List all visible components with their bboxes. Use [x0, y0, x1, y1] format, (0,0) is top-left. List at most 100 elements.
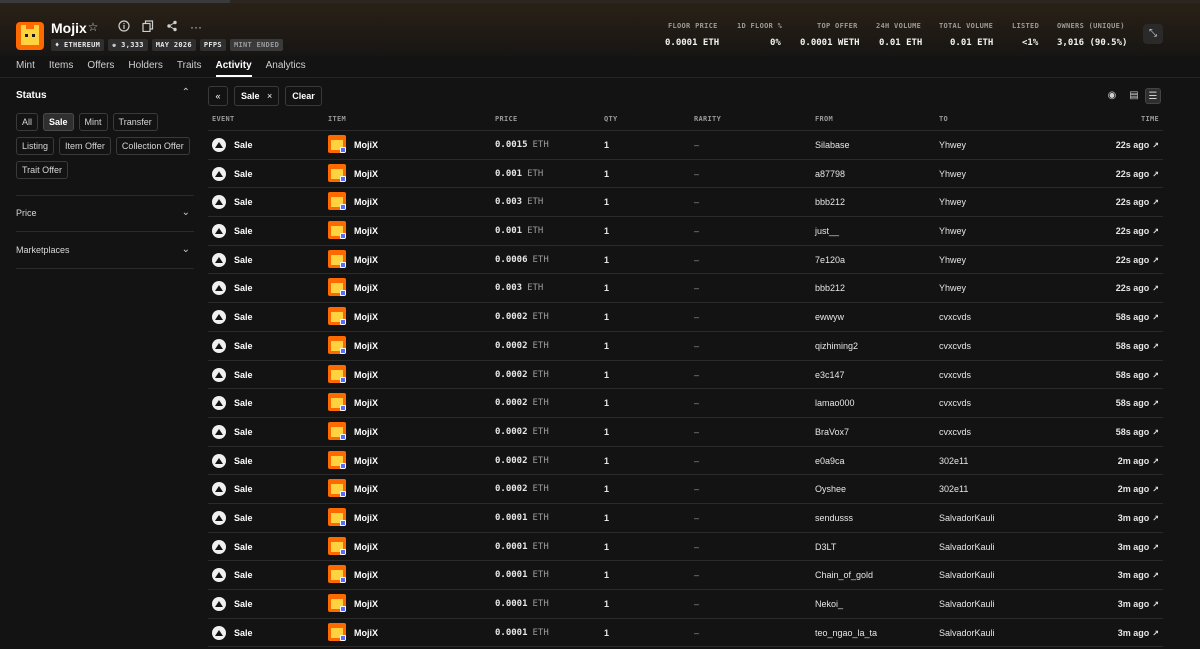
item-name[interactable]: MojiX	[354, 513, 378, 523]
close-icon[interactable]: ×	[267, 91, 272, 101]
item-thumbnail[interactable]	[328, 307, 346, 326]
item-name[interactable]: MojiX	[354, 283, 378, 293]
external-link-icon[interactable]: ↗	[1152, 198, 1159, 207]
from-address[interactable]: ewwyw	[815, 312, 844, 322]
table-row[interactable]: Sale MojiX 0.0002 ETH 1 – ewwyw cvxcvds 5…	[208, 303, 1163, 332]
external-link-icon[interactable]: ↗	[1152, 485, 1159, 494]
to-address[interactable]: Yhwey	[939, 197, 966, 207]
to-address[interactable]: cvxcvds	[939, 312, 971, 322]
from-address[interactable]: bbb212	[815, 197, 845, 207]
time-link[interactable]: 3m ago ↗	[1118, 599, 1159, 609]
time-link[interactable]: 2m ago ↗	[1118, 484, 1159, 494]
price-section-header[interactable]: Price ⌄	[16, 203, 194, 223]
item-thumbnail[interactable]	[328, 594, 346, 612]
table-row[interactable]: Sale MojiX 0.0006 ETH 1 – 7e120a Yhwey 22…	[208, 246, 1163, 275]
table-row[interactable]: Sale MojiX 0.003 ETH 1 – bbb212 Yhwey 22s…	[208, 274, 1163, 304]
external-link-icon[interactable]: ↗	[1152, 399, 1159, 408]
item-thumbnail[interactable]	[328, 249, 346, 268]
from-address[interactable]: just__	[815, 226, 839, 236]
to-address[interactable]: Yhwey	[939, 140, 966, 150]
external-link-icon[interactable]: ↗	[1152, 514, 1159, 523]
filter-sale[interactable]: Sale	[43, 113, 74, 131]
from-address[interactable]: qizhiming2	[815, 341, 858, 351]
table-row[interactable]: Sale MojiX 0.0001 ETH 1 – Nekoi_ Salvador…	[208, 590, 1163, 619]
header-rarity[interactable]: RARITY	[694, 115, 721, 123]
from-address[interactable]: Chain_of_gold	[815, 570, 873, 580]
filter-item-offer[interactable]: Item Offer	[59, 137, 111, 155]
filter-trait-offer[interactable]: Trait Offer	[16, 161, 69, 179]
filter-mint[interactable]: Mint	[78, 113, 108, 131]
external-link-icon[interactable]: ↗	[1152, 629, 1159, 638]
item-name[interactable]: MojiX	[354, 255, 378, 265]
table-row[interactable]: Sale MojiX 0.001 ETH 1 – just__ Yhwey 22s…	[208, 217, 1163, 246]
to-address[interactable]: cvxcvds	[939, 398, 971, 408]
item-thumbnail[interactable]	[328, 135, 346, 153]
to-address[interactable]: Yhwey	[939, 169, 966, 179]
table-row[interactable]: Sale MojiX 0.0001 ETH 1 – teo_ngao_la_ta …	[208, 619, 1163, 648]
external-link-icon[interactable]: ↗	[1152, 457, 1159, 466]
active-filter-chip[interactable]: Sale ×	[234, 86, 280, 106]
item-thumbnail[interactable]	[328, 479, 346, 498]
from-address[interactable]: Silabase	[815, 140, 850, 150]
external-link-icon[interactable]: ↗	[1152, 371, 1159, 380]
list-view-icon[interactable]: ☰	[1145, 88, 1161, 104]
chevron-down-icon[interactable]: ⌄	[182, 203, 190, 223]
item-thumbnail[interactable]	[328, 507, 346, 526]
header-time[interactable]: TIME	[1141, 115, 1159, 123]
time-link[interactable]: 58s ago ↗	[1116, 370, 1159, 380]
external-link-icon[interactable]: ↗	[1152, 543, 1159, 552]
from-address[interactable]: BraVox7	[815, 427, 849, 437]
time-link[interactable]: 58s ago ↗	[1116, 398, 1159, 408]
item-name[interactable]: MojiX	[354, 169, 378, 179]
table-row[interactable]: Sale MojiX 0.0015 ETH 1 – Silabase Yhwey …	[208, 131, 1163, 160]
from-address[interactable]: sendusss	[815, 513, 853, 523]
item-name[interactable]: MojiX	[354, 140, 378, 150]
from-address[interactable]: bbb212	[815, 283, 845, 293]
to-address[interactable]: 302e11	[939, 456, 968, 466]
item-thumbnail[interactable]	[328, 364, 346, 383]
item-thumbnail[interactable]	[328, 622, 346, 641]
time-link[interactable]: 3m ago ↗	[1118, 570, 1159, 580]
from-address[interactable]: 7e120a	[815, 255, 845, 265]
time-link[interactable]: 22s ago ↗	[1116, 140, 1159, 150]
filter-transfer[interactable]: Transfer	[112, 113, 158, 131]
chevron-up-icon[interactable]: ⌃	[182, 87, 190, 98]
item-thumbnail[interactable]	[328, 450, 346, 469]
chevron-down-icon[interactable]: ⌄	[182, 240, 190, 260]
item-name[interactable]: MojiX	[354, 456, 378, 466]
item-name[interactable]: MojiX	[354, 197, 378, 207]
item-name[interactable]: MojiX	[354, 341, 378, 351]
info-icon[interactable]	[117, 20, 131, 34]
share-icon[interactable]	[165, 20, 179, 34]
chain-chip[interactable]: ♦ ETHEREUM	[51, 39, 105, 51]
table-row[interactable]: Sale MojiX 0.0002 ETH 1 – e3c147 cvxcvds …	[208, 361, 1163, 390]
table-row[interactable]: Sale MojiX 0.0002 ETH 1 – BraVox7 cvxcvds…	[208, 418, 1163, 447]
time-link[interactable]: 58s ago ↗	[1116, 312, 1159, 322]
from-address[interactable]: D3LT	[815, 542, 836, 552]
time-link[interactable]: 3m ago ↗	[1118, 628, 1159, 638]
time-link[interactable]: 22s ago ↗	[1116, 197, 1159, 207]
item-name[interactable]: MojiX	[354, 628, 378, 638]
from-address[interactable]: a87798	[815, 169, 845, 179]
external-link-icon[interactable]: ↗	[1152, 141, 1159, 150]
item-thumbnail[interactable]	[328, 221, 346, 240]
item-name[interactable]: MojiX	[354, 312, 378, 322]
item-name[interactable]: MojiX	[354, 398, 378, 408]
header-price[interactable]: PRICE	[495, 115, 518, 123]
external-link-icon[interactable]: ↗	[1152, 227, 1159, 236]
table-row[interactable]: Sale MojiX 0.0001 ETH 1 – sendusss Salvad…	[208, 504, 1163, 533]
table-row[interactable]: Sale MojiX 0.0001 ETH 1 – Chain_of_gold S…	[208, 561, 1163, 590]
time-link[interactable]: 3m ago ↗	[1118, 513, 1159, 523]
from-address[interactable]: Nekoi_	[815, 599, 843, 609]
external-link-icon[interactable]: ↗	[1152, 284, 1159, 293]
time-link[interactable]: 22s ago ↗	[1116, 226, 1159, 236]
copy-icon[interactable]	[141, 20, 155, 34]
external-link-icon[interactable]: ↗	[1152, 571, 1159, 580]
item-name[interactable]: MojiX	[354, 484, 378, 494]
item-thumbnail[interactable]	[328, 565, 346, 584]
to-address[interactable]: Yhwey	[939, 283, 966, 293]
grid-view-icon[interactable]: ▤	[1126, 88, 1142, 104]
item-name[interactable]: MojiX	[354, 542, 378, 552]
collapse-sidebar-icon[interactable]: «	[208, 86, 228, 106]
table-row[interactable]: Sale MojiX 0.003 ETH 1 – bbb212 Yhwey 22s…	[208, 188, 1163, 218]
